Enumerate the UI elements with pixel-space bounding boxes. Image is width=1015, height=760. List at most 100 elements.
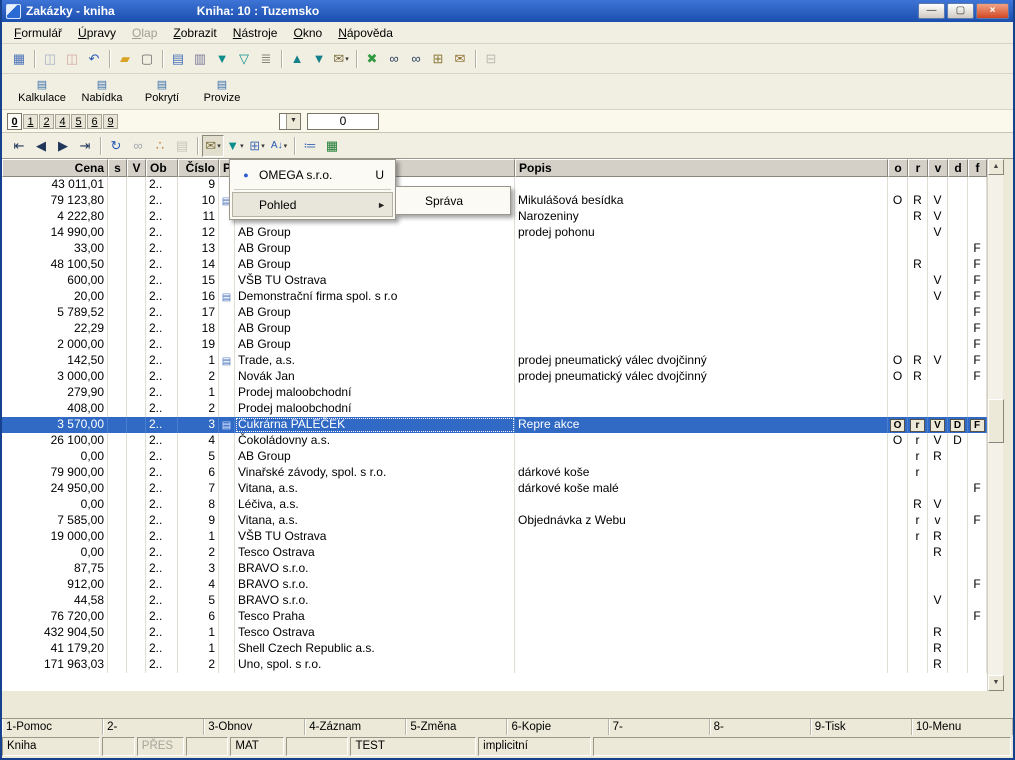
table-row[interactable]: 22,292..18AB GroupF [2,321,1013,337]
tab-6[interactable]: 6 [87,114,102,129]
view-menu-button[interactable]: ⊞▾ [246,135,268,157]
fkey-6-kopie[interactable]: 6-Kopie [507,719,608,735]
table-row[interactable]: 44,582..5BRAVO s.r.o.V [2,593,1013,609]
refresh-record-button[interactable]: ↻ [105,135,127,157]
column-header-cena[interactable]: Cena [2,159,108,177]
menu-item-pohled[interactable]: Pohled► [232,192,393,217]
table-row[interactable]: 171 963,032..2Uno, spol. s r.o.R [2,657,1013,673]
table-row[interactable]: 3 000,002..2Novák Janprodej pneumatický … [2,369,1013,385]
table-row[interactable]: 408,002..2Prodej maloobchodní [2,401,1013,417]
sort-menu-button[interactable]: A↓▾ [268,135,290,157]
table-row[interactable]: 600,002..15VŠB TU OstravaVF [2,273,1013,289]
table-row[interactable]: 87,752..3BRAVO s.r.o. [2,561,1013,577]
tab-5[interactable]: 5 [71,114,86,129]
fkey-1-pomoc[interactable]: 1-Pomoc [2,719,103,735]
column-header-v[interactable]: V [127,159,146,177]
send-dropdown-icon[interactable]: ✉▾ [330,48,352,70]
column-header-f[interactable]: f [968,159,987,177]
filter-icon[interactable]: ▼ [211,48,233,70]
excel-export-button[interactable]: ▦ [321,135,343,157]
fkey-5-zmena[interactable]: 5-Změna [406,719,507,735]
tab-0[interactable]: 0 [7,113,22,130]
table-row[interactable]: 5 789,522..17AB GroupF [2,305,1013,321]
fkey-2[interactable]: 2- [103,719,204,735]
new-record-icon[interactable]: ▢ [136,48,158,70]
table-row[interactable]: 279,902..1Prodej maloobchodní [2,385,1013,401]
pokryti-button[interactable]: ▤Pokrytí [134,75,190,108]
table-row[interactable]: 142,502..1▤Trade, a.s.prodej pneumatický… [2,353,1013,369]
notes-icon[interactable]: ▥ [189,48,211,70]
list-settings-button[interactable]: ≔ [299,135,321,157]
next-record-button[interactable]: ▶ [52,135,74,157]
column-header-d[interactable]: d [948,159,968,177]
table-row[interactable]: 3 570,002..3▤Cukrárna PALEČEKRepre akceO… [2,417,1013,433]
column-header-v[interactable]: v [928,159,948,177]
open-icon[interactable]: ▰ [114,48,136,70]
scroll-down-icon[interactable]: ▼ [988,675,1004,691]
undo-icon[interactable]: ↶ [83,48,105,70]
column-header-s[interactable]: s [108,159,127,177]
menu-zobrazit[interactable]: Zobrazit [165,23,224,43]
scrollbar-thumb[interactable] [988,399,1004,443]
table-row[interactable]: 19 000,002..1VŠB TU OstravarR [2,529,1013,545]
first-record-button[interactable]: ⇤ [8,135,30,157]
vertical-scrollbar[interactable]: ▲ ▼ [987,159,1003,691]
cut-icon[interactable]: ✖ [361,48,383,70]
table-row[interactable]: 2 000,002..19AB GroupF [2,337,1013,353]
menu-nastroje[interactable]: Nástroje [225,23,286,43]
table-row[interactable]: 432 904,502..1Tesco OstravaR [2,625,1013,641]
scroll-up-icon[interactable]: ▲ [988,159,1004,175]
maximize-button[interactable]: ▢ [947,3,974,19]
find-record-button[interactable]: ∞ [127,135,149,157]
mail-icon[interactable]: ✉ [449,48,471,70]
save-icon[interactable]: ◫ [39,48,61,70]
fkey-4-zaznam[interactable]: 4-Záznam [305,719,406,735]
layers-icon[interactable]: ≣ [255,48,277,70]
provize-button[interactable]: ▤Provize [194,75,250,108]
move-down-icon[interactable]: ▼ [308,48,330,70]
minimize-button[interactable]: — [918,3,945,19]
table-row[interactable]: 48 100,502..14AB GroupRF [2,257,1013,273]
record-menu-button[interactable]: ✉▾ [202,135,224,157]
table-row[interactable]: 0,002..8Léčiva, a.s.RV [2,497,1013,513]
tab-2[interactable]: 2 [39,114,54,129]
kalkulace-button[interactable]: ▤Kalkulace [14,75,70,108]
table-row[interactable]: 33,002..13AB GroupF [2,241,1013,257]
find-icon[interactable]: ∞ [383,48,405,70]
filter-cancel-icon[interactable]: ▽ [233,48,255,70]
calculator-grid-icon[interactable]: ⊞ [427,48,449,70]
table-row[interactable]: 76 720,002..6Tesco PrahaF [2,609,1013,625]
save-all-icon[interactable]: ◫ [61,48,83,70]
move-up-icon[interactable]: ▲ [286,48,308,70]
menu-napoveda[interactable]: Nápověda [330,23,401,43]
table-row[interactable]: 912,002..4BRAVO s.r.o.F [2,577,1013,593]
combo-arrow-icon[interactable]: ▼ [286,114,300,129]
menu-okno[interactable]: Okno [285,23,330,43]
find-next-icon[interactable]: ∞ [405,48,427,70]
submenu-item-sprava[interactable]: Správa [398,189,508,212]
column-header-r[interactable]: r [908,159,928,177]
table-row[interactable]: 7 585,002..9Vitana, a.s.Objednávka z Web… [2,513,1013,529]
column-header-popis[interactable]: Popis [515,159,888,177]
fkey-8[interactable]: 8- [710,719,811,735]
last-record-button[interactable]: ⇥ [74,135,96,157]
tab-4[interactable]: 4 [55,114,70,129]
menu-upravy[interactable]: Úpravy [70,23,124,43]
column-header-o[interactable]: o [888,159,908,177]
filter-menu-button[interactable]: ▼▾ [224,135,246,157]
fkey-7[interactable]: 7- [609,719,710,735]
trace-button[interactable]: ∴ [149,135,171,157]
table-row[interactable]: 26 100,002..4Čokoládovny a.s.OrVD [2,433,1013,449]
table-row[interactable]: 0,002..5AB GrouprR [2,449,1013,465]
tab-1[interactable]: 1 [23,114,38,129]
fkey-10-menu[interactable]: 10-Menu [912,719,1013,735]
close-button[interactable]: × [976,3,1009,19]
copy-icon[interactable]: ▤ [167,48,189,70]
fkey-3-obnov[interactable]: 3-Obnov [204,719,305,735]
menu-olap[interactable]: Olap [124,23,165,43]
table-row[interactable]: 24 950,002..7Vitana, a.s.dárkové koše ma… [2,481,1013,497]
copy-record-button[interactable]: ▤ [171,135,193,157]
table-row[interactable]: 20,002..16▤Demonstrační firma spol. s r.… [2,289,1013,305]
menu-item-omega[interactable]: ●OMEGA s.r.o.U [232,162,393,187]
print-icon[interactable]: ⊟ [480,48,502,70]
